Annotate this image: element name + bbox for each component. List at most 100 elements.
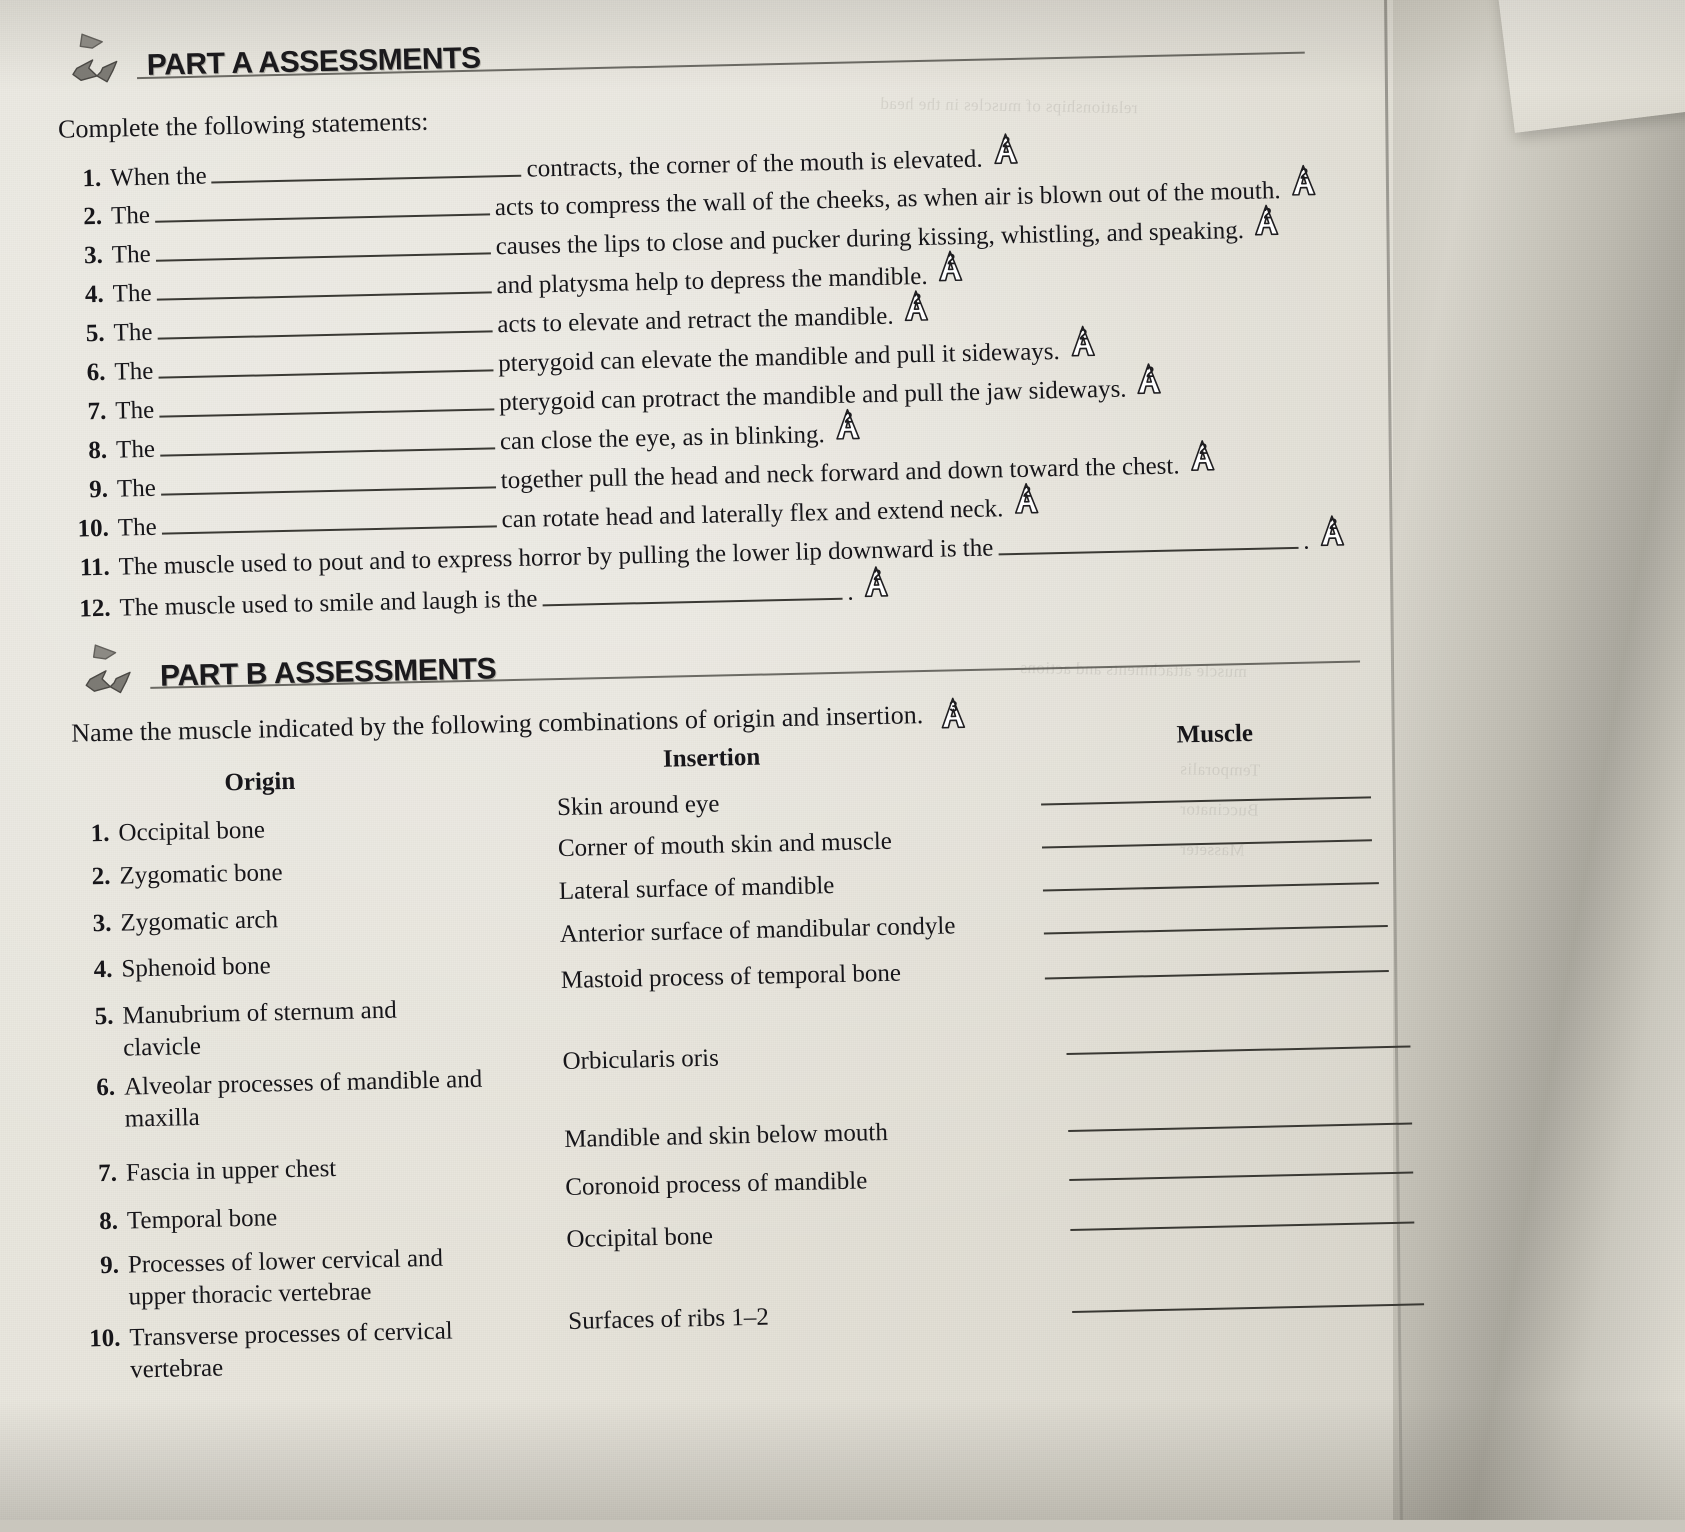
worksheet-page: PART A ASSESSMENTS Complete the followin… xyxy=(0,0,1685,1532)
learning-outcome-badge: 2 xyxy=(1318,514,1349,549)
muscle-blank-10[interactable] xyxy=(1072,1301,1425,1313)
origin-text: Manubrium of sternum and clavicle xyxy=(122,996,397,1062)
answer-blank-3[interactable] xyxy=(155,226,491,262)
insertion-row-9: Occipital bone xyxy=(566,1222,714,1253)
statement-number: 5. xyxy=(85,319,105,348)
statement-prefix: The xyxy=(114,357,154,386)
learning-outcome-number: 2 xyxy=(1263,205,1272,223)
learning-outcome-badge: 2 xyxy=(862,565,893,600)
answer-blank-1[interactable] xyxy=(211,149,522,184)
origin-text: Alveolar processes of mandible and maxil… xyxy=(123,1065,483,1133)
statement-prefix: The xyxy=(117,513,157,542)
learning-outcome-number: 2 xyxy=(844,409,853,427)
column-header-insertion: Insertion xyxy=(662,743,761,773)
statement-prefix: The xyxy=(111,240,152,269)
answer-blank-7[interactable] xyxy=(158,382,495,418)
answer-blank-4[interactable] xyxy=(156,265,492,301)
learning-outcome-number: 2 xyxy=(1079,326,1088,344)
origin-row-5: 5. Manubrium of sternum and clavicle xyxy=(83,992,504,1065)
origin-text: Zygomatic arch xyxy=(120,906,279,937)
learning-outcome-badge: 2 xyxy=(1289,163,1320,198)
learning-outcome-badge: 2 xyxy=(936,249,967,284)
statement-number: 3. xyxy=(83,241,104,270)
answer-blank-9[interactable] xyxy=(160,460,496,496)
muscle-blank-6[interactable] xyxy=(1066,1043,1411,1056)
answer-blank-12[interactable] xyxy=(542,572,843,607)
origin-number: 6. xyxy=(95,1073,116,1102)
learning-outcome-number: 2 xyxy=(912,291,922,309)
origin-row-4: 4. Sphenoid bone xyxy=(82,950,271,986)
answer-blank-5[interactable] xyxy=(157,304,493,340)
statement-prefix: The xyxy=(114,396,155,425)
statement-prefix: The xyxy=(112,279,152,308)
muscle-blank-7[interactable] xyxy=(1068,1120,1413,1133)
insertion-row-3: Lateral surface of mandible xyxy=(558,872,835,906)
learning-outcome-number: 2 xyxy=(1145,363,1155,382)
origin-number: 4. xyxy=(93,955,113,984)
column-header-origin: Origin xyxy=(224,767,296,797)
origin-row-8: 8. Temporal bone xyxy=(88,1202,278,1238)
insertion-row-10: Surfaces of ribs 1–2 xyxy=(567,1303,770,1335)
muscle-blank-3[interactable] xyxy=(1042,880,1379,892)
learning-outcome-badge: 2 xyxy=(1252,203,1283,238)
insertion-row-4: Anterior surface of mandibular condyle xyxy=(559,912,956,949)
part-b-header: PART B ASSESSMENTS xyxy=(75,626,497,697)
muscle-blank-8[interactable] xyxy=(1069,1169,1414,1181)
answer-blank-6[interactable] xyxy=(157,343,494,379)
insertion-row-2: Corner of mouth skin and muscle xyxy=(557,827,893,863)
insertion-row-5: Mastoid process of temporal bone xyxy=(560,959,902,995)
part-b-instruction-text: Name the muscle indicated by the followi… xyxy=(70,700,924,748)
origin-text: Fascia in upper chest xyxy=(125,1154,337,1187)
statement-suffix: . xyxy=(1302,527,1310,555)
muscle-blank-1[interactable] xyxy=(1041,794,1372,806)
muscle-blank-9[interactable] xyxy=(1070,1219,1415,1231)
answer-blank-2[interactable] xyxy=(154,187,490,223)
learning-outcome-badge: 2 xyxy=(1188,439,1219,474)
insertion-row-7: Mandible and skin below mouth xyxy=(563,1118,889,1153)
origin-number: 5. xyxy=(94,1002,114,1031)
answer-blank-10[interactable] xyxy=(161,499,497,535)
recycle-arrows-icon xyxy=(62,23,141,87)
statement-number: 9. xyxy=(88,475,109,504)
muscle-blank-2[interactable] xyxy=(1041,837,1372,849)
origin-number: 10. xyxy=(88,1324,121,1353)
answer-blank-8[interactable] xyxy=(159,421,496,457)
statement-prefix: The muscle used to smile and laugh is th… xyxy=(119,585,538,622)
origin-text: Occipital bone xyxy=(118,816,266,847)
answer-blank-11[interactable] xyxy=(997,521,1299,556)
column-header-muscle: Muscle xyxy=(1176,719,1254,749)
statement-number: 10. xyxy=(77,514,110,543)
origin-text: Processes of lower cervical and upper th… xyxy=(127,1244,444,1311)
origin-row-7: 7. Fascia in upper chest xyxy=(87,1153,337,1190)
muscle-blank-5[interactable] xyxy=(1044,967,1389,980)
part-a-title: PART A ASSESSMENTS xyxy=(146,41,481,82)
part-a-instruction: Complete the following statements: xyxy=(57,106,429,144)
learning-outcome-number: 3 xyxy=(949,698,958,716)
origin-row-6: 6. Alveolar processes of mandible and ma… xyxy=(85,1062,556,1136)
statement-prefix: The xyxy=(110,201,151,230)
part-b-instruction: Name the muscle indicated by the followi… xyxy=(71,696,969,750)
statement-prefix: The xyxy=(115,435,156,464)
origin-row-3: 3. Zygomatic arch xyxy=(81,904,278,940)
origin-text: Sphenoid bone xyxy=(121,952,272,983)
origin-text: Temporal bone xyxy=(126,1204,278,1235)
origin-row-10: 10. Transverse processes of cervical ver… xyxy=(74,1314,515,1388)
muscle-blank-4[interactable] xyxy=(1043,922,1388,935)
statement-prefix: The xyxy=(116,474,157,503)
learning-outcome-badge: 2 xyxy=(1068,324,1099,359)
statement-number: 8. xyxy=(88,436,108,465)
learning-outcome-number: 2 xyxy=(946,251,956,269)
origin-number: 3. xyxy=(92,909,112,938)
origin-row-9: 9. Processes of lower cervical and upper… xyxy=(89,1241,510,1314)
statement-number: 4. xyxy=(84,280,105,309)
origin-number: 9. xyxy=(99,1251,120,1280)
learning-outcome-badge: 2 xyxy=(1135,362,1166,397)
statement-number: 7. xyxy=(87,397,107,426)
statement-suffix: . xyxy=(847,578,854,606)
origin-number: 7. xyxy=(97,1159,118,1188)
origin-number: 1. xyxy=(90,819,110,848)
origin-number: 2. xyxy=(91,862,111,891)
learning-outcome-badge: 2 xyxy=(833,407,864,442)
part-b-title: PART B ASSESSMENTS xyxy=(159,652,497,693)
insertion-row-1: Skin around eye xyxy=(556,790,720,822)
